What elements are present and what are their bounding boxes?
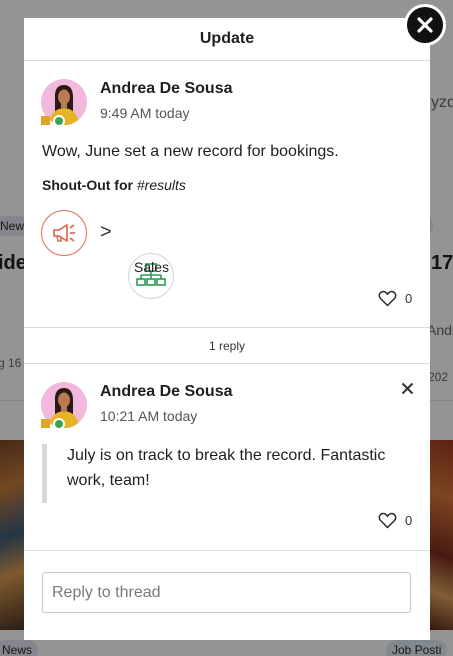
chevron-right-icon: > bbox=[100, 221, 112, 243]
reply-time: 10:21 AM today bbox=[100, 408, 198, 424]
shout-out-line: Shout-Out for #results bbox=[42, 177, 186, 193]
shout-out-label: Shout-Out for bbox=[42, 177, 133, 193]
badge-square bbox=[41, 116, 50, 125]
team-label[interactable]: Sales bbox=[134, 259, 169, 275]
reply-item: Andrea De Sousa 10:21 AM today July is o… bbox=[24, 364, 430, 551]
like-count: 0 bbox=[405, 291, 413, 306]
badge-square bbox=[41, 419, 50, 428]
quote-bar bbox=[42, 444, 47, 503]
like-button[interactable]: 0 bbox=[378, 290, 412, 307]
heart-icon bbox=[378, 512, 397, 529]
like-count: 0 bbox=[405, 513, 413, 528]
dialog-header: Update bbox=[24, 18, 430, 61]
post-message: Wow, June set a new record for bookings. bbox=[42, 143, 339, 160]
online-status-dot bbox=[53, 418, 65, 430]
reply-author-name[interactable]: Andrea De Sousa bbox=[100, 383, 232, 401]
megaphone-icon bbox=[41, 210, 87, 256]
replies-label: 1 reply bbox=[208, 338, 246, 353]
heart-icon bbox=[378, 290, 397, 307]
post: Andrea De Sousa 9:49 AM today Wow, June … bbox=[24, 61, 430, 328]
delete-reply-close-icon[interactable] bbox=[401, 382, 414, 400]
close-icon bbox=[417, 17, 433, 33]
author-name[interactable]: Andrea De Sousa bbox=[100, 80, 232, 98]
avatar[interactable] bbox=[41, 79, 87, 127]
online-status-dot bbox=[53, 115, 65, 127]
close-dialog-button[interactable] bbox=[404, 4, 446, 46]
reply-input[interactable] bbox=[42, 572, 411, 613]
reply-text: July is on track to break the record. Fa… bbox=[67, 447, 386, 489]
shout-out-tag[interactable]: #results bbox=[137, 177, 186, 193]
post-time: 9:49 AM today bbox=[100, 105, 190, 121]
replies-count[interactable]: 1 reply bbox=[24, 328, 430, 364]
update-dialog: Update Andrea De Sousa 9:49 AM today Wow… bbox=[24, 18, 430, 640]
avatar[interactable] bbox=[41, 382, 87, 430]
dialog-title: Update bbox=[199, 30, 255, 47]
like-button[interactable]: 0 bbox=[378, 512, 412, 529]
